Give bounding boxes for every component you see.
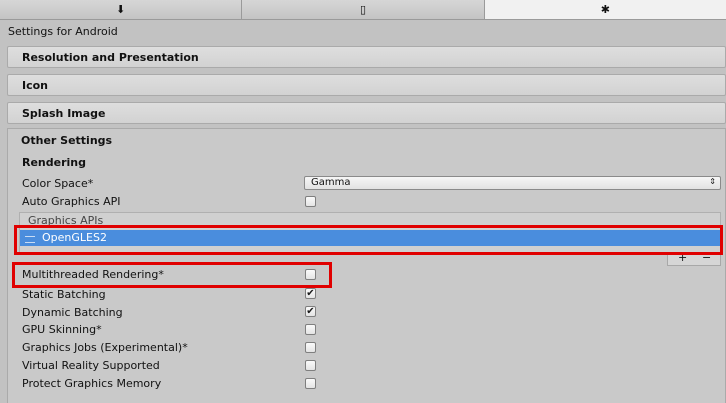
dynamic-batching-label: Dynamic Batching: [22, 306, 123, 319]
vr-supported-label: Virtual Reality Supported: [22, 359, 160, 372]
gpu-skinning-checkbox[interactable]: [305, 324, 316, 335]
color-space-value: Gamma: [311, 177, 351, 188]
select-arrow-icon: ⇕: [709, 177, 716, 186]
checkmark-icon: ✔: [306, 288, 315, 299]
download-icon: ⬇: [116, 3, 126, 16]
graphics-jobs-label: Graphics Jobs (Experimental)*: [22, 341, 188, 354]
vr-supported-checkbox[interactable]: [305, 360, 316, 371]
gpu-skinning-label: GPU Skinning*: [22, 323, 102, 336]
static-batching-checkbox[interactable]: ✔: [305, 288, 316, 299]
highlight-multithreaded: [12, 262, 332, 288]
auto-graphics-checkbox[interactable]: [305, 196, 316, 207]
section-label: Resolution and Presentation: [22, 51, 199, 64]
section-label: Icon: [22, 79, 49, 92]
section-label: Splash Image: [22, 107, 106, 120]
tab-android[interactable]: ✱: [484, 0, 726, 19]
page-title: Settings for Android: [8, 25, 118, 38]
section-splash[interactable]: Splash Image: [7, 102, 726, 124]
tab-standalone[interactable]: ⬇: [0, 0, 243, 19]
color-space-label: Color Space*: [22, 177, 94, 190]
section-label[interactable]: Other Settings: [21, 134, 112, 147]
mobile-icon: ▯: [359, 3, 367, 16]
static-batching-label: Static Batching: [22, 288, 106, 301]
auto-graphics-label: Auto Graphics API: [22, 195, 121, 208]
section-icon[interactable]: Icon: [7, 74, 726, 96]
highlight-graphics-api: [14, 225, 723, 255]
color-space-select[interactable]: Gamma ⇕: [304, 176, 721, 190]
protect-memory-label: Protect Graphics Memory: [22, 377, 162, 390]
graphics-jobs-checkbox[interactable]: [305, 342, 316, 353]
checkmark-icon: ✔: [306, 306, 315, 317]
section-resolution[interactable]: Resolution and Presentation: [7, 46, 726, 68]
rendering-heading: Rendering: [22, 156, 86, 169]
tab-ios[interactable]: ▯: [242, 0, 485, 19]
android-icon: ✱: [600, 3, 610, 16]
platform-tabs: ⬇ ▯ ✱: [0, 0, 726, 20]
dynamic-batching-checkbox[interactable]: ✔: [305, 306, 316, 317]
protect-memory-checkbox[interactable]: [305, 378, 316, 389]
